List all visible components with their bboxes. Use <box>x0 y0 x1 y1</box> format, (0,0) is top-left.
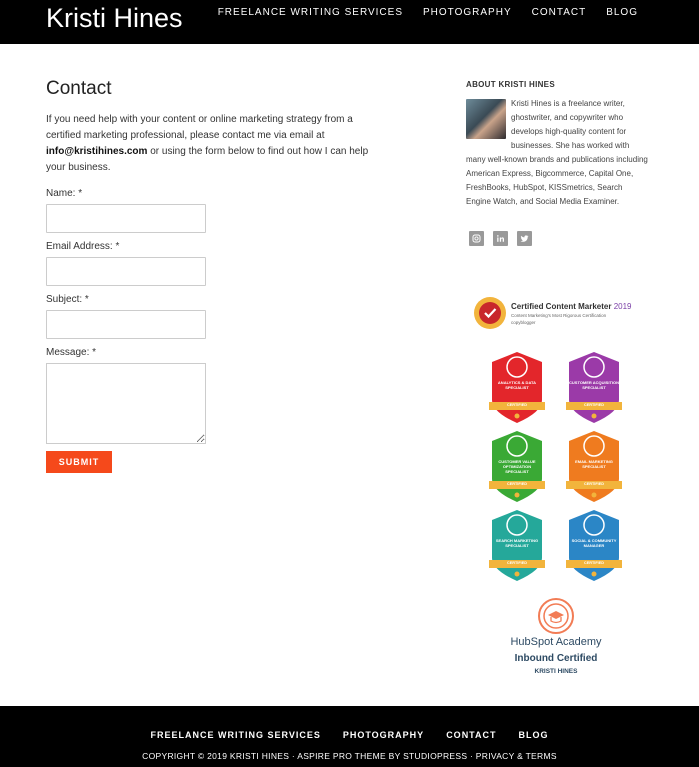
copyright-sep: · <box>469 751 474 761</box>
badge-customer-value-label: CUSTOMER VALUE OPTIMIZATION SPECIALIST <box>498 459 536 474</box>
badge-analytics-label: ANALYTICS & DATA SPECIALIST <box>497 380 537 390</box>
top-nav: FREELANCE WRITING SERVICES PHOTOGRAPHY C… <box>218 7 638 18</box>
email-field[interactable] <box>46 257 206 286</box>
ccm-year: 2019 <box>613 302 632 311</box>
nav-blog[interactable]: BLOG <box>606 7 638 18</box>
badge-email-marketing-cert: CERTIFIED <box>583 482 605 486</box>
intro-part1: If you need help with your content or on… <box>46 114 353 141</box>
hubspot-academy-text: HubSpot Academy <box>510 636 602 648</box>
footer-nav-freelance-writing[interactable]: FREELANCE WRITING SERVICES <box>150 730 320 740</box>
badge-customer-acquisition-cert: CERTIFIED <box>583 403 605 407</box>
intro-text: If you need help with your content or on… <box>46 112 386 176</box>
badge-analytics-cert: CERTIFIED <box>506 403 528 407</box>
twitter-icon[interactable] <box>517 231 532 246</box>
about-title: ABOUT KRISTI HINES <box>466 80 555 89</box>
hubspot-inbound-text: Inbound Certified <box>514 653 598 664</box>
badge-analytics: ANALYTICS & DATA SPECIALIST CERTIFIED <box>488 350 546 426</box>
submit-button[interactable]: SUBMIT <box>46 451 112 473</box>
footer-nav: FREELANCE WRITING SERVICES PHOTOGRAPHY C… <box>0 730 699 740</box>
nav-freelance-writing[interactable]: FREELANCE WRITING SERVICES <box>218 7 403 18</box>
email-label: Email Address: * <box>46 241 120 252</box>
badge-search-marketing: SEARCH MARKETING SPECIALIST CERTIFIED <box>488 508 546 584</box>
nav-photography[interactable]: PHOTOGRAPHY <box>423 7 512 18</box>
badge-social-community: SOCIAL & COMMUNITY MANAGER CERTIFIED <box>565 508 623 584</box>
badge-search-marketing-label: SEARCH MARKETING SPECIALIST <box>495 538 539 548</box>
copyright-by: BY <box>388 751 401 761</box>
name-field[interactable] <box>46 204 206 233</box>
copyright: COPYRIGHT © 2019 KRISTI HINES · ASPIRE P… <box>0 751 699 761</box>
subject-field[interactable] <box>46 310 206 339</box>
ccm-brand: copyblogger <box>511 320 536 325</box>
hubspot-seal-icon <box>538 598 574 634</box>
badge-search-marketing-cert: CERTIFIED <box>506 561 528 565</box>
badge-email-marketing: EMAIL MARKETING SPECIALIST CERTIFIED <box>565 429 623 505</box>
hubspot-name-text: KRISTI HINES <box>534 668 578 675</box>
site-header: Kristi Hines FREELANCE WRITING SERVICES … <box>0 0 699 44</box>
site-footer: FREELANCE WRITING SERVICES PHOTOGRAPHY C… <box>0 706 699 767</box>
contact-email: info@kristihines.com <box>46 146 148 157</box>
badge-customer-acquisition: CUSTOMER ACQUISITION SPECIALIST CERTIFIE… <box>565 350 623 426</box>
badge-social-community-cert: CERTIFIED <box>583 561 605 565</box>
instagram-icon[interactable] <box>469 231 484 246</box>
message-field[interactable] <box>46 363 206 444</box>
ccm-title-text: Certified Content Marketer <box>511 302 612 311</box>
ccm-seal-icon <box>474 297 506 329</box>
footer-nav-blog[interactable]: BLOG <box>519 730 549 740</box>
page-title: Contact <box>46 78 112 99</box>
badge-customer-value-cert: CERTIFIED <box>506 482 528 486</box>
sidebar: ABOUT KRISTI HINES Kristi Hines is a fre… <box>466 80 648 246</box>
badge-social-community-label: SOCIAL & COMMUNITY MANAGER <box>571 538 617 548</box>
certified-content-marketer-badge: Certified Content Marketer 2019 Content … <box>473 296 641 332</box>
ccm-title: Certified Content Marketer 2019 <box>511 302 632 311</box>
contact-form: Name: * Email Address: * Subject: * Mess… <box>46 188 386 473</box>
badge-email-marketing-label: EMAIL MARKETING SPECIALIST <box>575 459 613 469</box>
footer-nav-photography[interactable]: PHOTOGRAPHY <box>343 730 424 740</box>
copyright-prefix: COPYRIGHT © 2019 KRISTI HINES · <box>142 751 296 761</box>
linkedin-icon[interactable] <box>493 231 508 246</box>
social-icons <box>469 231 648 246</box>
main-content: Contact If you need help with your conte… <box>46 78 386 473</box>
ccm-subtitle: Content Marketing's Most Rigorous Certif… <box>511 313 607 318</box>
avatar <box>466 99 506 139</box>
site-title[interactable]: Kristi Hines <box>46 3 183 34</box>
name-label: Name: * <box>46 188 83 199</box>
nav-contact[interactable]: CONTACT <box>532 7 587 18</box>
theme-link[interactable]: ASPIRE PRO THEME <box>297 751 386 761</box>
badge-customer-acquisition-label: CUSTOMER ACQUISITION SPECIALIST <box>569 380 620 390</box>
about-widget: Kristi Hines is a freelance writer, ghos… <box>466 97 648 209</box>
footer-nav-contact[interactable]: CONTACT <box>446 730 496 740</box>
message-label: Message: * <box>46 347 97 358</box>
subject-label: Subject: * <box>46 294 89 305</box>
studiopress-link[interactable]: STUDIOPRESS <box>403 751 467 761</box>
badge-customer-value: CUSTOMER VALUE OPTIMIZATION SPECIALIST C… <box>488 429 546 505</box>
hubspot-badge: HubSpot Academy Inbound Certified KRISTI… <box>506 598 606 678</box>
privacy-link[interactable]: PRIVACY & TERMS <box>476 751 557 761</box>
